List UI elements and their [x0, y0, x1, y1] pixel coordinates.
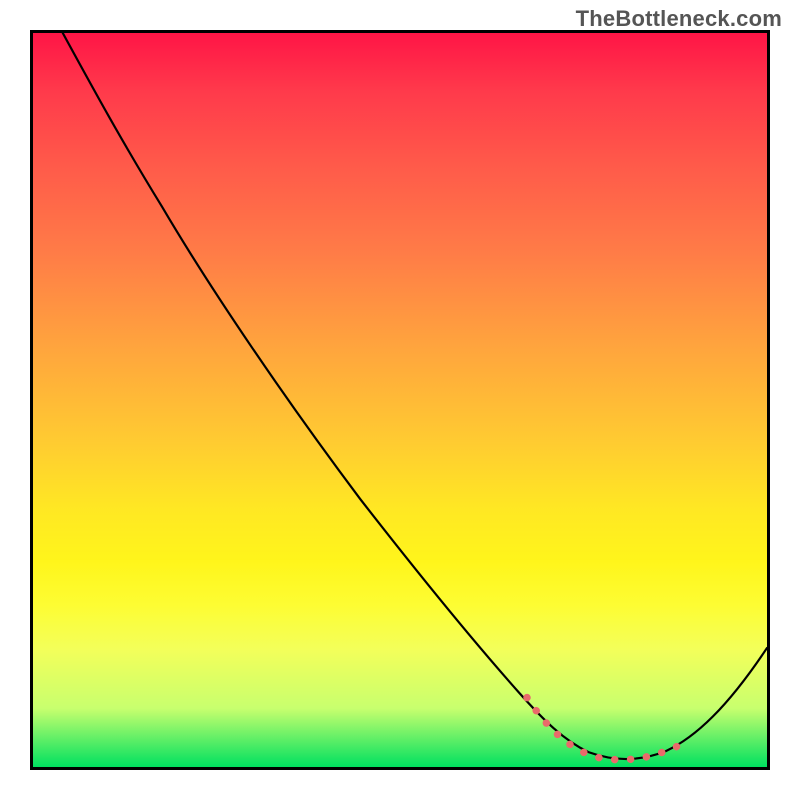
plot-area	[30, 30, 770, 770]
chart-container: { "watermark": "TheBottleneck.com", "cha…	[0, 0, 800, 800]
chart-svg	[33, 33, 767, 767]
bottleneck-curve-path	[63, 33, 767, 759]
watermark-text: TheBottleneck.com	[576, 6, 782, 32]
trough-highlight-path	[527, 698, 680, 760]
